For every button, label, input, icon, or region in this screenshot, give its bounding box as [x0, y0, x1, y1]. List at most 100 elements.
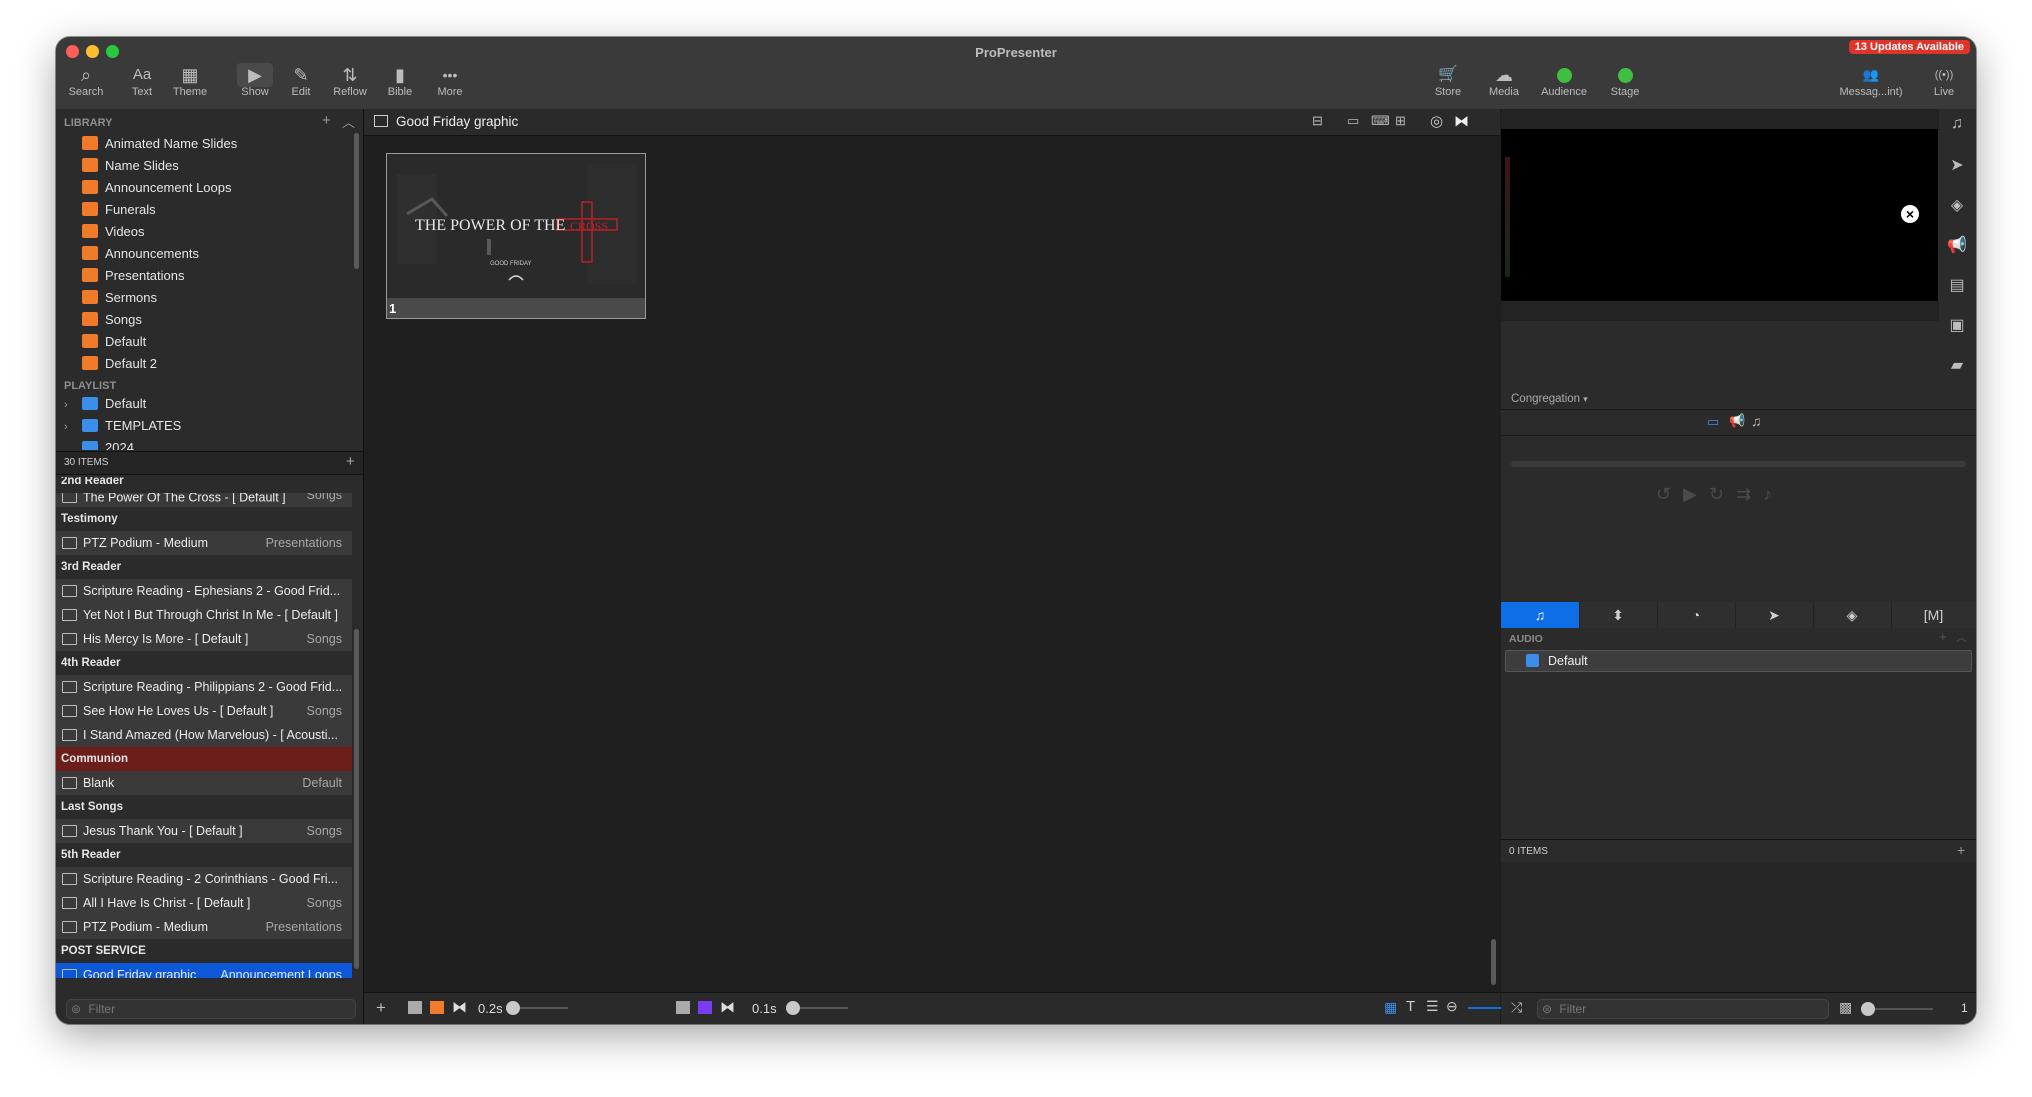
- playlist-section-header[interactable]: 3rd Reader: [56, 555, 352, 579]
- tab-timers[interactable]: ◔: [1657, 602, 1736, 628]
- library-item[interactable]: Funerals: [82, 199, 156, 221]
- zoom-icon[interactable]: ⊖: [1446, 998, 1458, 1015]
- toolbar-audience-button[interactable]: Audience: [1534, 63, 1594, 98]
- transition-icon[interactable]: ⧓: [1454, 112, 1469, 130]
- playlist-item-row[interactable]: Scripture Reading - Philippians 2 - Good…: [56, 675, 352, 699]
- image-icon[interactable]: ▣: [1939, 315, 1975, 335]
- library-item[interactable]: Default 2: [82, 353, 157, 375]
- updates-badge[interactable]: 13 Updates Available: [1848, 40, 1970, 54]
- playlist-item-row[interactable]: All I Have Is Christ - [ Default ] Songs: [56, 891, 352, 915]
- tab-messages[interactable]: ➤: [1735, 602, 1814, 628]
- playlist-item-row[interactable]: His Mercy Is More - [ Default ] Songs: [56, 627, 352, 651]
- speed-slider-track-2[interactable]: [792, 1007, 848, 1009]
- video-camera-icon[interactable]: ▰: [1939, 355, 1975, 375]
- tab-layers[interactable]: ◈: [1813, 602, 1892, 628]
- transport-controls[interactable]: ↺▶↻⇉♪: [1656, 484, 1784, 505]
- transition-icon[interactable]: ⧓: [720, 998, 735, 1016]
- list-icon[interactable]: ▤: [1939, 275, 1975, 295]
- fit-icon[interactable]: ⊟: [1312, 113, 1323, 129]
- layers-icon[interactable]: ◈: [1939, 195, 1975, 215]
- tab-macros[interactable]: [M]: [1891, 602, 1976, 628]
- list-view-icon[interactable]: ☰: [1426, 998, 1439, 1015]
- transition-icon[interactable]: ⧓: [452, 998, 467, 1016]
- speed-slider-knob-1[interactable]: [506, 1001, 520, 1015]
- playlist-item-row[interactable]: Scripture Reading - 2 Corinthians - Good…: [56, 867, 352, 891]
- playlist-section-header[interactable]: POST SERVICE: [56, 939, 352, 963]
- megaphone-icon[interactable]: 📢: [1729, 413, 1745, 429]
- playlist-item-row[interactable]: PTZ Podium - Medium Presentations: [56, 531, 352, 555]
- library-item[interactable]: Sermons: [82, 287, 157, 309]
- playlist-item[interactable]: 2024: [82, 437, 134, 450]
- text-view-icon[interactable]: T: [1406, 998, 1415, 1015]
- add-slide-button[interactable]: +: [376, 998, 386, 1018]
- cut-transition-icon[interactable]: [676, 1001, 690, 1014]
- dissolve-transition-icon[interactable]: [430, 1001, 444, 1014]
- items-filter-field[interactable]: ⊜ Filter: [66, 999, 356, 1019]
- toolbar-store-button[interactable]: 🛒 Store: [1418, 63, 1478, 98]
- toolbar-stage-button[interactable]: Stage: [1595, 63, 1655, 98]
- keyboard-icon[interactable]: ⌨: [1371, 113, 1390, 129]
- playlist-item-row[interactable]: See How He Loves Us - [ Default ] Songs: [56, 699, 352, 723]
- playlist-item-row[interactable]: The Power Of The Cross - [ Default ] Song…: [56, 493, 352, 507]
- cut-transition-icon[interactable]: [408, 1001, 422, 1014]
- playlist-item-row[interactable]: Yet Not I But Through Christ In Me - [ D…: [56, 603, 352, 627]
- target-icon[interactable]: ◎: [1430, 112, 1443, 130]
- arrange-icon[interactable]: ⊞: [1395, 113, 1406, 129]
- playlist-item[interactable]: Default: [82, 393, 146, 415]
- location-arrow-icon[interactable]: ➤: [1939, 155, 1975, 175]
- chevron-right-icon[interactable]: ›: [64, 421, 68, 433]
- screen-select[interactable]: Congregation ▾: [1511, 393, 1588, 405]
- music-note-icon[interactable]: ♫: [1939, 115, 1975, 133]
- playlist-item-row[interactable]: Good Friday graphic Announcement Loops: [56, 963, 352, 978]
- items-scrollbar[interactable]: [354, 629, 359, 969]
- media-progress-bar[interactable]: [1511, 461, 1966, 467]
- collapse-audio-button[interactable]: ︿: [1956, 629, 1967, 645]
- playlist-item-row[interactable]: Blank Default: [56, 771, 352, 795]
- add-item-button[interactable]: +: [346, 453, 355, 470]
- editor-scrollbar[interactable]: [1491, 939, 1496, 985]
- collapse-library-button[interactable]: ︿: [342, 112, 355, 131]
- dissolve-transition-icon[interactable]: [698, 1001, 712, 1014]
- volume-slider-knob[interactable]: [1861, 1002, 1875, 1016]
- slide-thumbnail[interactable]: THE POWER OF THE CROSS GOOD FRIDAY 1: [386, 153, 646, 319]
- toolbar-more-button[interactable]: ••• More: [420, 63, 480, 98]
- speed-slider-knob-2[interactable]: [786, 1001, 800, 1015]
- playlist-item-row[interactable]: I Stand Amazed (How Marvelous) - [ Acous…: [56, 723, 352, 747]
- toolbar-theme-button[interactable]: ▦ Theme: [160, 63, 220, 98]
- library-item[interactable]: Presentations: [82, 265, 185, 287]
- megaphone-icon[interactable]: 📢: [1939, 235, 1975, 255]
- playlist-item-row[interactable]: Scripture Reading - Ephesians 2 - Good F…: [56, 579, 352, 603]
- screen-icon[interactable]: ▭: [1707, 414, 1719, 430]
- speed-slider-track-1[interactable]: [512, 1007, 568, 1009]
- add-library-button[interactable]: +: [322, 112, 331, 129]
- library-item[interactable]: Videos: [82, 221, 145, 243]
- playlist-item[interactable]: TEMPLATES: [82, 415, 181, 437]
- library-item[interactable]: Announcements: [82, 243, 199, 265]
- toolbar-live-button[interactable]: ((•)) Live: [1914, 63, 1974, 98]
- library-scrollbar[interactable]: [354, 133, 359, 269]
- library-item[interactable]: Songs: [82, 309, 142, 331]
- playlist-section-header[interactable]: Last Songs: [56, 795, 352, 819]
- library-item[interactable]: Name Slides: [82, 155, 179, 177]
- playlist-section-header[interactable]: 2nd Reader: [56, 477, 352, 493]
- toolbar-media-button[interactable]: ☁ Media: [1474, 63, 1534, 98]
- library-item[interactable]: Default: [82, 331, 146, 353]
- add-audio-button[interactable]: +: [1939, 629, 1947, 644]
- toolbar-messages-button[interactable]: 👥 Messag...int): [1834, 63, 1908, 98]
- playlist-section-header[interactable]: 4th Reader: [56, 651, 352, 675]
- library-item[interactable]: Announcement Loops: [82, 177, 231, 199]
- grid-view-icon[interactable]: ▦: [1384, 999, 1397, 1016]
- playlist-section-header[interactable]: 5th Reader: [56, 843, 352, 867]
- music-note-icon[interactable]: ♫: [1751, 413, 1762, 429]
- note-icon[interactable]: ▭: [1347, 113, 1359, 129]
- playlist-item-row[interactable]: Jesus Thank You - [ Default ] Songs: [56, 819, 352, 843]
- add-audio-item-button[interactable]: +: [1957, 842, 1965, 858]
- chevron-right-icon[interactable]: ›: [64, 399, 68, 411]
- audio-transition-icon[interactable]: ▩: [1839, 999, 1852, 1016]
- audio-playlist-item[interactable]: Default: [1505, 650, 1972, 672]
- audio-filter-field[interactable]: ⊜ Filter: [1537, 999, 1829, 1019]
- playlist-item-row[interactable]: PTZ Podium - Medium Presentations: [56, 915, 352, 939]
- toolbar-search-button[interactable]: ⌕ Search: [56, 63, 116, 98]
- playlist-section-header[interactable]: Communion: [56, 747, 352, 771]
- tab-audio[interactable]: ♫: [1501, 602, 1580, 628]
